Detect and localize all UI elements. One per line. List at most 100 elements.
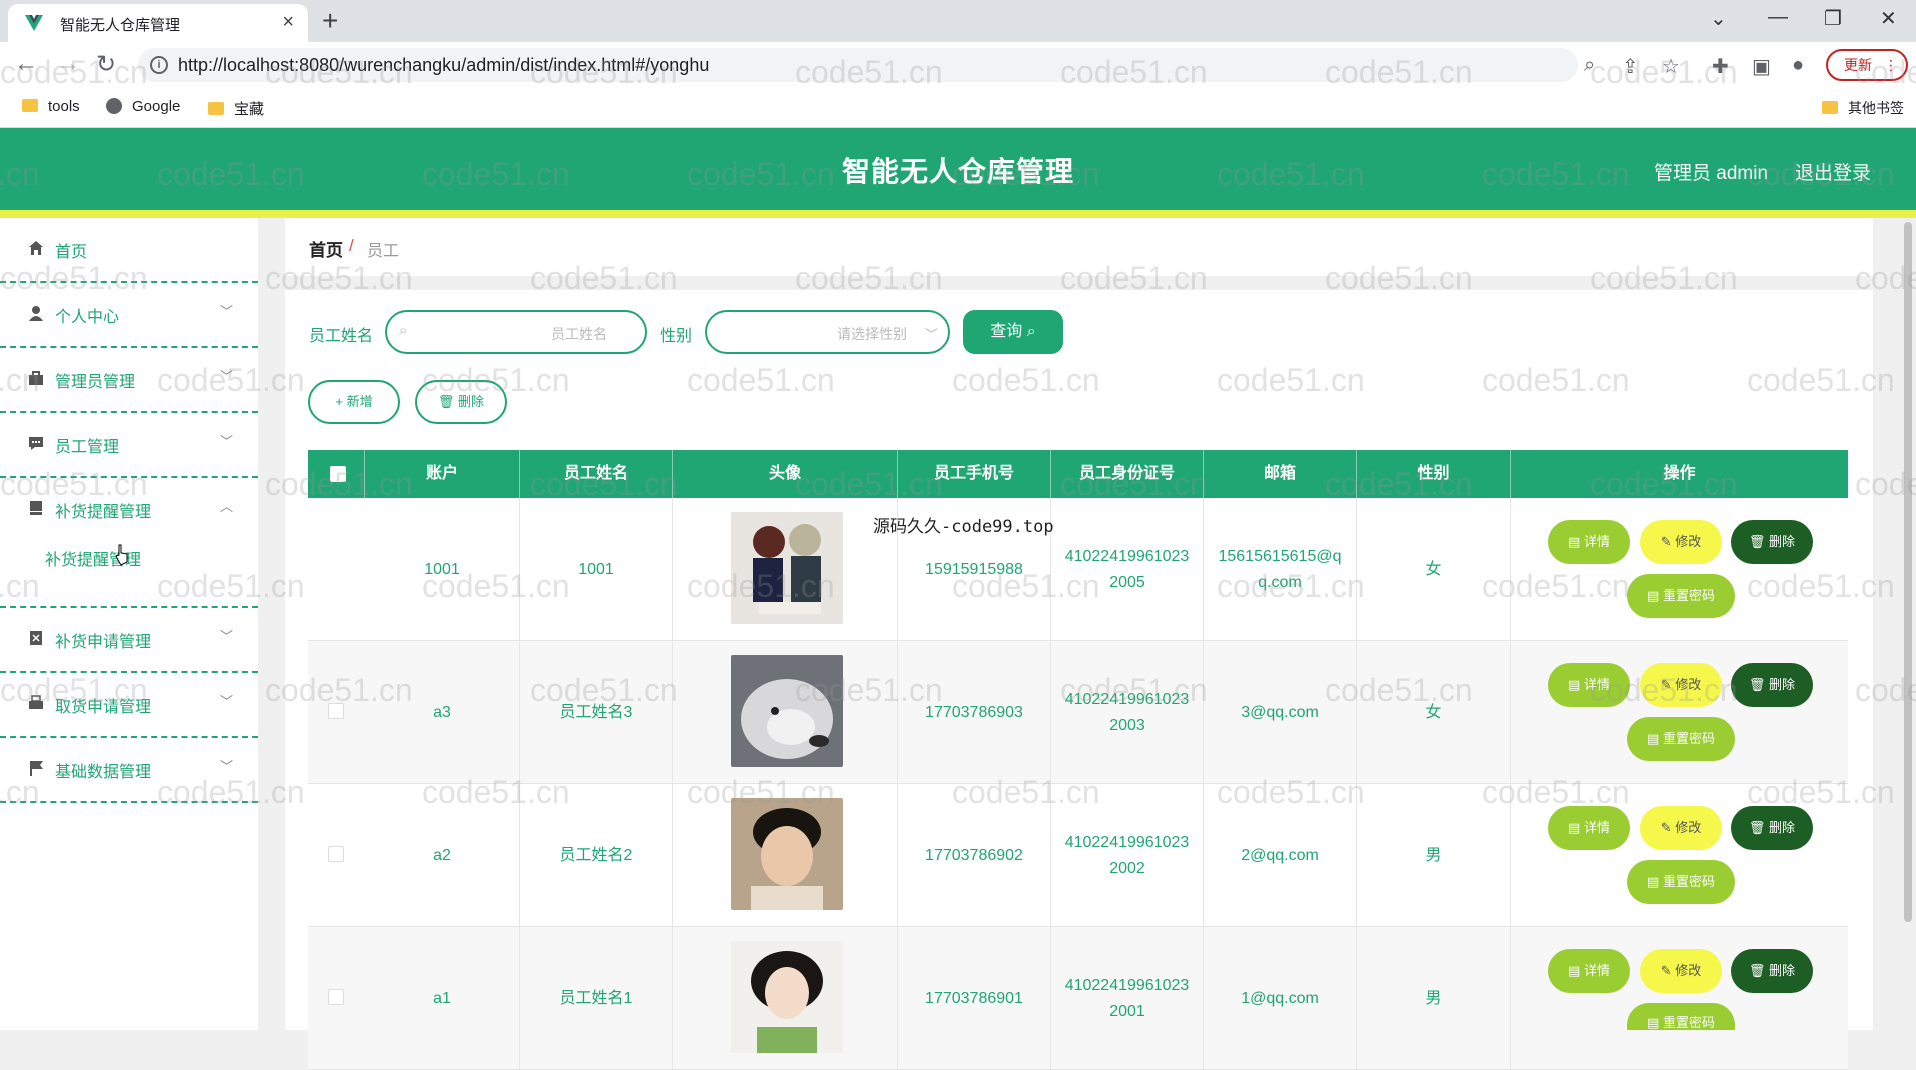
forward-icon[interactable]: → — [56, 50, 80, 78]
detail-button[interactable]: ▤ 详情 — [1548, 949, 1630, 993]
cell-id-card: 41022419961023 2002 — [1051, 784, 1204, 927]
sidebar-item-home[interactable]: 首页 — [0, 218, 258, 283]
query-button[interactable]: 查询 ⌕ — [963, 310, 1063, 354]
edit-button[interactable]: ✎ 修改 — [1640, 520, 1722, 564]
detail-button[interactable]: ▤ 详情 — [1548, 520, 1630, 564]
detail-button[interactable]: ▤ 详情 — [1548, 806, 1630, 850]
col-gender: 性别 — [1357, 450, 1511, 498]
restore-icon[interactable]: ❐ — [1824, 6, 1842, 31]
bookmark-icon — [30, 501, 42, 515]
detail-button[interactable]: ▤ 详情 — [1548, 663, 1630, 707]
new-tab-icon[interactable]: + — [322, 4, 338, 38]
col-name: 员工姓名 — [520, 450, 673, 498]
sidepanel-icon[interactable]: ▣ — [1752, 54, 1771, 79]
cell-id-card: 41022419961023 2003 — [1051, 641, 1204, 784]
sidebar-item-restock-reminder[interactable]: 补货提醒管理 ︿ — [0, 478, 258, 608]
share-icon[interactable]: ⇪ — [1622, 54, 1639, 79]
select-all-checkbox[interactable] — [330, 466, 346, 482]
reset-password-button[interactable]: ▤ 重置密码 — [1627, 860, 1735, 904]
update-button[interactable]: 更新 ⋮ — [1826, 49, 1908, 81]
extensions-icon[interactable]: ✚ — [1712, 54, 1729, 79]
back-icon[interactable]: ← — [14, 50, 38, 78]
cell-phone: 17703786901 — [898, 927, 1051, 1070]
address-bar[interactable]: i http://localhost:8080/wurenchangku/adm… — [138, 48, 1578, 82]
sidebar-item-base-data[interactable]: 基础数据管理 ﹀ — [0, 738, 258, 803]
delete-button[interactable]: 🗑︎ 删除 — [1731, 806, 1813, 850]
breadcrumb-separator: / — [349, 236, 354, 255]
name-search-input[interactable]: ⌕ 员工姓名 — [385, 310, 647, 354]
sidebar-item-personal[interactable]: 个人中心 ﹀ — [0, 283, 258, 348]
delete-button[interactable]: 🗑︎ 删除 — [1731, 663, 1813, 707]
bookmark-google[interactable]: Google — [106, 98, 180, 115]
sidebar-item-admins[interactable]: 管理员管理 ﹀ — [0, 348, 258, 413]
cell-email: 1@qq.com — [1204, 927, 1357, 1070]
zoom-icon[interactable]: ⌕ — [1584, 54, 1595, 77]
sidebar-item-employees[interactable]: 员工管理 ﹀ — [0, 413, 258, 478]
logout-link[interactable]: 退出登录 — [1795, 158, 1871, 185]
cell-phone: 17703786902 — [898, 784, 1051, 927]
document-icon — [30, 631, 42, 645]
minimize-icon[interactable]: — — [1768, 6, 1788, 29]
search-icon: ⌕ — [399, 322, 408, 339]
close-tab-icon[interactable]: × — [282, 11, 294, 34]
add-button[interactable]: + 新增 — [308, 380, 400, 424]
cell-email: 15615615615@q q.com — [1204, 498, 1357, 641]
sidebar-item-label: 补货提醒管理 — [55, 504, 152, 521]
delete-button[interactable]: 🗑︎ 删除 — [1731, 520, 1813, 564]
cell-name: 员工姓名2 — [520, 784, 673, 927]
col-actions: 操作 — [1663, 465, 1696, 482]
table-row: a3 员工姓名3 17703786903 41022419961023 2003 … — [308, 641, 1848, 784]
delete-button[interactable]: 🗑︎ 删除 — [1731, 949, 1813, 993]
reset-password-button[interactable]: ▤ 重置密码 — [1627, 574, 1735, 618]
star-icon[interactable]: ☆ — [1662, 54, 1680, 79]
profile-icon[interactable]: ● — [1792, 54, 1804, 77]
cell-id-card: 41022419961023 2005 — [1051, 498, 1204, 641]
vue-logo-icon — [25, 15, 43, 31]
avatar — [731, 655, 843, 767]
cell-gender: 女 — [1357, 498, 1511, 641]
reload-icon[interactable]: ↻ — [96, 50, 116, 79]
chevron-up-icon: ︿ — [220, 499, 234, 514]
gender-select[interactable]: 请选择性别 ﹀ — [705, 310, 950, 354]
url-text[interactable]: http://localhost:8080/wurenchangku/admin… — [178, 55, 709, 76]
sidebar-item-label: 补货申请管理 — [55, 634, 152, 651]
reset-password-button[interactable]: ▤ 重置密码 — [1627, 717, 1735, 761]
batch-delete-button[interactable]: 🗑︎ 删除 — [415, 380, 507, 424]
breadcrumb-home[interactable]: 首页 — [309, 236, 343, 261]
sidebar-item-pickup-apply[interactable]: 取货申请管理 ﹀ — [0, 673, 258, 738]
menu-dots-icon[interactable]: ⋮ — [1884, 51, 1898, 79]
breadcrumb-current: 员工 — [367, 243, 400, 260]
sidebar-item-restock-apply[interactable]: 补货申请管理 ﹀ — [0, 608, 258, 673]
table-row: a1 员工姓名1 17703786901 41022419961023 2001 … — [308, 927, 1848, 1070]
sidebar: 首页 个人中心 ﹀ 管理员管理 ﹀ 员工管理 ﹀ 补货提醒管理 ︿ 补货提醒管理… — [0, 218, 258, 1030]
cell-id-card: 41022419961023 2001 — [1051, 927, 1204, 1070]
bookmark-tools[interactable]: tools — [22, 98, 80, 115]
cell-email: 3@qq.com — [1204, 641, 1357, 784]
edit-button[interactable]: ✎ 修改 — [1640, 806, 1722, 850]
tab-search-icon[interactable]: ⌄ — [1710, 6, 1727, 31]
scrollbar-thumb[interactable] — [1904, 222, 1912, 922]
close-window-icon[interactable]: ✕ — [1880, 6, 1897, 31]
reset-password-button[interactable]: ▤ 重置密码 — [1627, 1003, 1735, 1030]
browser-tab[interactable]: 智能无人仓库管理 × — [8, 4, 308, 42]
bookmark-baozang[interactable]: 宝藏 — [208, 98, 264, 119]
app-title: 智能无人仓库管理 — [841, 156, 1074, 187]
edit-button[interactable]: ✎ 修改 — [1640, 663, 1722, 707]
info-icon[interactable]: i — [150, 56, 168, 74]
table-row: 1001 1001 15915915988 41022419961023 2005… — [308, 498, 1848, 641]
row-checkbox[interactable] — [328, 989, 344, 1005]
edit-button[interactable]: ✎ 修改 — [1640, 949, 1722, 993]
cell-gender: 女 — [1357, 641, 1511, 784]
user-icon — [29, 306, 43, 321]
browser-tab-bar: 智能无人仓库管理 × + ⌄ — ❐ ✕ — [0, 0, 1916, 42]
row-checkbox[interactable] — [328, 846, 344, 862]
avatar — [731, 798, 843, 910]
cell-email: 2@qq.com — [1204, 784, 1357, 927]
cell-account: a1 — [365, 927, 520, 1070]
row-checkbox[interactable] — [328, 703, 344, 719]
other-bookmarks[interactable]: 其他书签 — [1822, 98, 1904, 118]
cell-name: 员工姓名3 — [520, 641, 673, 784]
home-icon — [29, 241, 43, 255]
avatar — [731, 941, 843, 1053]
row-checkbox[interactable] — [328, 560, 344, 576]
